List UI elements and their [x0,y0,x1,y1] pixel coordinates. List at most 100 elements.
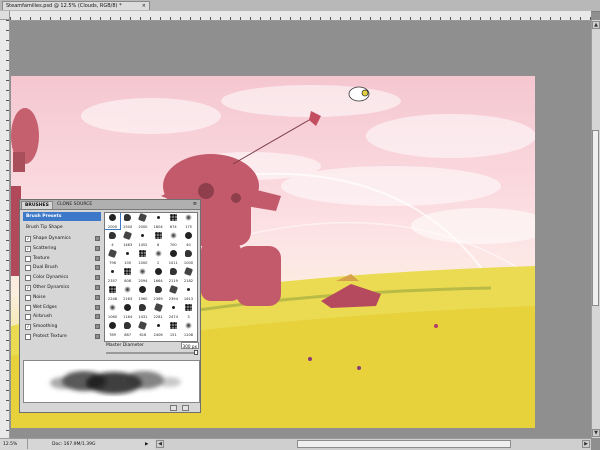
brush-option-item[interactable]: ✓ Scattering [23,244,101,253]
lock-icon[interactable] [95,294,100,300]
brush-preset-cell[interactable]: 2281 [151,303,166,319]
brush-tip-icon [154,250,162,257]
brush-option-checkbox[interactable]: ✓ [25,245,31,252]
document-tab[interactable]: Steamfamilies.psd @ 12.5% (Clouds, RGB/8… [2,1,150,10]
brush-preset-cell[interactable]: 1804 [151,213,166,229]
brush-preset-cell[interactable]: 151 [166,321,181,337]
brush-preset-cell[interactable]: 4 [105,231,120,247]
brush-option-checkbox[interactable] [25,265,31,272]
lock-icon[interactable] [95,334,100,339]
panel-tab-bar: BRUSHES CLONE SOURCE ≡ [20,200,200,210]
brush-preset-cell[interactable]: 2182 [181,267,196,283]
brush-option-checkbox[interactable] [25,334,31,340]
brush-preset-cell[interactable]: 1613 [181,285,196,301]
trash-icon[interactable] [182,405,189,411]
brush-option-checkbox[interactable] [25,314,31,321]
brush-option-checkbox[interactable]: ✓ [25,285,31,291]
brush-preset-cell[interactable]: 1000 [181,249,196,265]
lock-icon[interactable] [95,255,100,261]
brush-presets-button[interactable]: Brush Presets [23,212,101,221]
brush-option-checkbox[interactable] [25,294,31,301]
zoom-level[interactable]: 12.5% [3,439,17,450]
master-diameter-slider-handle[interactable] [194,350,199,355]
status-menu-arrow-icon[interactable]: ▶ [145,439,148,450]
brush-preset-cell[interactable]: 1431 [135,303,150,319]
brush-preset-cell[interactable]: 808 [120,267,135,283]
brush-option-item[interactable]: Protect Texture [23,332,101,341]
ruler-origin[interactable] [0,11,10,20]
brush-preset-cell[interactable]: 1664 [151,267,166,283]
lock-icon[interactable] [95,275,100,281]
master-diameter-slider[interactable] [106,352,198,354]
brush-preset-cell[interactable]: 40 [181,231,196,247]
brush-preset-cell[interactable]: 175 [181,213,196,229]
brush-option-item[interactable]: Airbrush [23,312,101,321]
brush-preset-cell[interactable]: 674 [166,213,181,229]
brush-option-checkbox[interactable]: ✓ [25,324,31,331]
tab-brushes[interactable]: BRUSHES [21,201,53,209]
brush-option-checkbox[interactable] [25,304,31,311]
lock-icon[interactable] [95,236,100,241]
scroll-left-arrow[interactable]: ◀ [156,440,164,448]
brush-preset-cell[interactable]: 2 [151,249,166,265]
brush-preset-cell[interactable]: 2094 [135,267,150,283]
brush-preset-cell[interactable]: 1960 [135,285,150,301]
brush-preset-cell[interactable]: 2119 [166,267,181,283]
brush-preset-cell[interactable]: 1011 [166,249,181,265]
brush-preset-cell[interactable]: 3 [181,303,196,319]
brush-option-checkbox[interactable] [25,275,31,282]
brush-option-item[interactable]: ✓ Smoothing [23,322,101,331]
brush-preset-cell[interactable]: 2000 [135,213,150,229]
scroll-up-arrow[interactable]: ▲ [592,21,600,29]
brush-option-item[interactable]: Texture [23,254,101,263]
brush-preset-cell[interactable]: 887 [120,321,135,337]
brush-preset-cell[interactable]: 2248 [105,285,120,301]
brush-preset-cell[interactable]: 700 [166,231,181,247]
brush-preset-cell[interactable]: 616 [135,321,150,337]
brush-preset-cell[interactable]: 2394 [166,285,181,301]
brush-preset-cell[interactable]: 1463 [120,231,135,247]
brush-option-checkbox[interactable] [25,255,31,262]
brush-preset-cell[interactable]: 1000 [135,249,150,265]
panel-menu-icon[interactable]: ≡ [193,201,197,207]
brush-option-item[interactable]: Dual Brush [23,263,101,272]
brush-option-item[interactable]: Color Dynamics [23,273,101,282]
lock-icon[interactable] [95,285,100,290]
new-preset-icon[interactable] [170,405,177,411]
brush-preset-cell[interactable]: 2406 [151,321,166,337]
brush-preset-cell[interactable]: 1060 [105,303,120,319]
brush-option-item[interactable]: Wet Edges [23,303,101,312]
brush-preset-cell[interactable]: 2474 [166,303,181,319]
brush-preset-cell[interactable]: 8 [151,231,166,247]
lock-icon[interactable] [95,304,100,310]
close-icon[interactable]: × [142,2,146,11]
tab-clone-source[interactable]: CLONE SOURCE [54,201,95,209]
brush-preset-cell[interactable]: 2500 [120,213,135,229]
lock-icon[interactable] [95,324,100,330]
brush-tip-shape-item[interactable]: Brush Tip Shape [23,223,101,232]
brush-preset-cell[interactable]: 1452 [135,231,150,247]
brush-preset-cell[interactable]: 2000 [105,213,121,230]
brush-option-item[interactable]: Noise [23,293,101,302]
master-diameter-input[interactable]: 300 px [181,342,199,349]
brush-preset-cell[interactable]: 1164 [120,303,135,319]
lock-icon[interactable] [95,314,100,320]
brush-preset-cell[interactable]: 1208 [181,321,196,337]
brush-preset-cell[interactable]: 2163 [120,285,135,301]
brush-option-item[interactable]: ✓ Shape Dynamics [23,234,101,243]
horizontal-scroll-thumb[interactable] [297,440,511,448]
brush-preset-cell[interactable]: 100 [120,249,135,265]
vertical-scroll-thumb[interactable] [592,130,599,306]
lock-icon[interactable] [95,265,100,271]
brush-option-item[interactable]: ✓ Other Dynamics [23,283,101,292]
brush-preset-cell[interactable]: 789 [105,321,120,337]
lock-icon[interactable] [95,245,100,251]
brush-preset-cell[interactable]: 2369 [151,285,166,301]
brush-preset-cell[interactable]: 2357 [105,267,120,283]
scroll-down-arrow[interactable]: ▼ [592,429,600,437]
scroll-right-arrow[interactable]: ▶ [582,440,590,448]
horizontal-ruler[interactable] [10,11,591,21]
vertical-ruler[interactable] [0,20,10,438]
brush-preset-cell[interactable]: 796 [105,249,120,265]
brush-option-checkbox[interactable]: ✓ [25,236,31,242]
